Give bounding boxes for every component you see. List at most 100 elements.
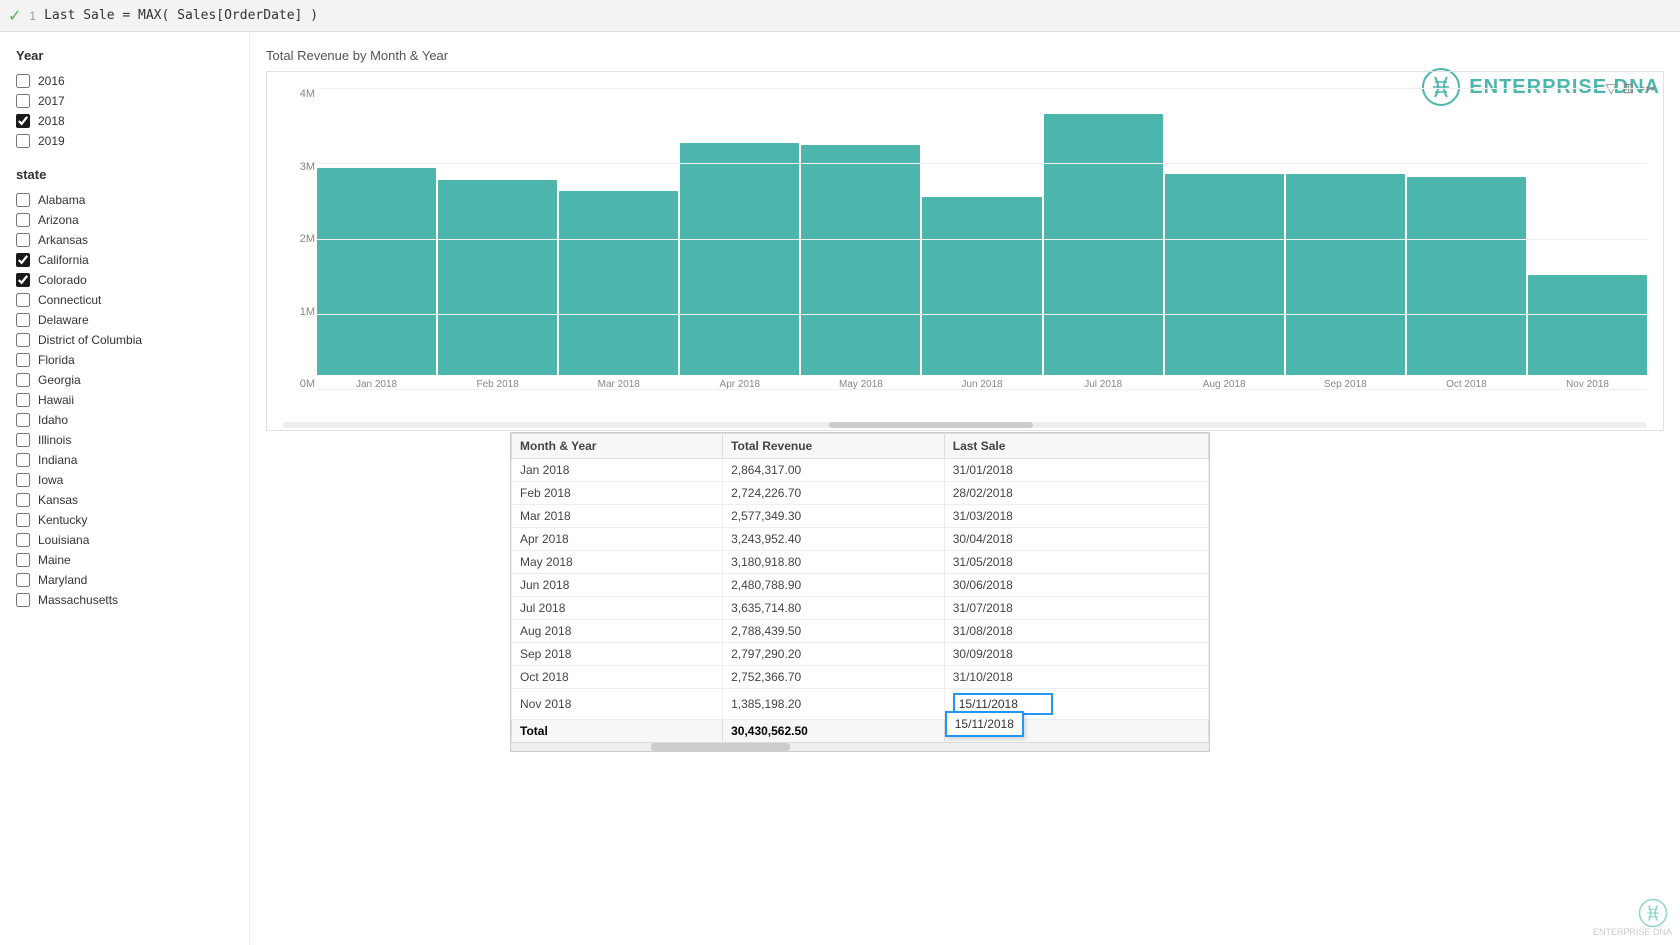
year-checkbox-2019[interactable] [16,134,30,148]
bar-group-jul-2018[interactable]: Jul 2018 [1044,88,1163,390]
state-checkbox-iowa[interactable] [16,473,30,487]
state-filter-item-massachusetts[interactable]: Massachusetts [16,590,233,610]
state-filter-item-kansas[interactable]: Kansas [16,490,233,510]
state-checkbox-indiana[interactable] [16,453,30,467]
state-checkbox-maryland[interactable] [16,573,30,587]
bar-jan-2018[interactable] [317,168,436,375]
bar-group-apr-2018[interactable]: Apr 2018 [680,88,799,390]
table-header: Month & YearTotal RevenueLast Sale [512,434,1209,459]
left-resize-handle[interactable] [511,433,519,751]
filter-icon[interactable]: ▽ [1606,80,1617,97]
bar-group-sep-2018[interactable]: Sep 2018 [1286,88,1405,390]
state-filter-item-florida[interactable]: Florida [16,350,233,370]
state-checkbox-arkansas[interactable] [16,233,30,247]
year-checkbox-2018[interactable] [16,114,30,128]
bar-group-jan-2018[interactable]: Jan 2018 [317,88,436,390]
state-label-illinois: Illinois [38,433,71,447]
bar-label: May 2018 [839,379,883,390]
cell-month: Feb 2018 [512,482,723,505]
state-checkbox-delaware[interactable] [16,313,30,327]
state-filter-item-arizona[interactable]: Arizona [16,210,233,230]
state-filter-item-illinois[interactable]: Illinois [16,430,233,450]
state-checkbox-kentucky[interactable] [16,513,30,527]
cell-last-sale: 31/10/2018 [944,666,1208,689]
table-body: Jan 20182,864,317.0031/01/2018Feb 20182,… [512,459,1209,720]
state-filter-item-delaware[interactable]: Delaware [16,310,233,330]
state-filter-item-arkansas[interactable]: Arkansas [16,230,233,250]
state-checkbox-georgia[interactable] [16,373,30,387]
bar-feb-2018[interactable] [438,180,557,375]
bar-mar-2018[interactable] [559,191,678,375]
bar-group-aug-2018[interactable]: Aug 2018 [1165,88,1284,390]
state-checkbox-alabama[interactable] [16,193,30,207]
state-label-georgia: Georgia [38,373,81,387]
state-checkbox-florida[interactable] [16,353,30,367]
cell-revenue: 3,635,714.80 [723,597,945,620]
horizontal-scrollbar[interactable] [283,422,1647,428]
state-filter-item-hawaii[interactable]: Hawaii [16,390,233,410]
y-axis-label: 4M [300,88,315,100]
state-checkbox-kansas[interactable] [16,493,30,507]
state-filter-item-idaho[interactable]: Idaho [16,410,233,430]
state-filter-item-maine[interactable]: Maine [16,550,233,570]
bottom-resize-handle[interactable] [511,743,1209,751]
year-label-2016: 2016 [38,74,65,88]
bar-group-may-2018[interactable]: May 2018 [801,88,920,390]
bar-label: Apr 2018 [720,379,761,390]
table-row: Sep 20182,797,290.2030/09/2018 [512,643,1209,666]
bar-nov-2018[interactable] [1528,275,1647,375]
state-checkbox-maine[interactable] [16,553,30,567]
state-checkbox-hawaii[interactable] [16,393,30,407]
state-checkbox-illinois[interactable] [16,433,30,447]
bar-aug-2018[interactable] [1165,174,1284,375]
bar-jun-2018[interactable] [922,197,1041,375]
bar-group-feb-2018[interactable]: Feb 2018 [438,88,557,390]
cell-revenue: 3,243,952.40 [723,528,945,551]
state-filter-item-kentucky[interactable]: Kentucky [16,510,233,530]
expand-icon[interactable]: ⊞ [1623,80,1635,97]
bar-group-nov-2018[interactable]: Nov 2018 [1528,88,1647,390]
state-checkbox-california[interactable] [16,253,30,267]
state-checkbox-connecticut[interactable] [16,293,30,307]
state-checkbox-idaho[interactable] [16,413,30,427]
more-icon[interactable]: ••• [1640,80,1655,97]
table-row: Aug 20182,788,439.5031/08/2018 [512,620,1209,643]
bar-group-oct-2018[interactable]: Oct 2018 [1407,88,1526,390]
bar-group-jun-2018[interactable]: Jun 2018 [922,88,1041,390]
state-checkbox-arizona[interactable] [16,213,30,227]
year-filter-item-2016[interactable]: 2016 [16,71,233,91]
state-filter-item-alabama[interactable]: Alabama [16,190,233,210]
state-filter-item-connecticut[interactable]: Connecticut [16,290,233,310]
state-checkbox-colorado[interactable] [16,273,30,287]
state-filter-item-district-of-columbia[interactable]: District of Columbia [16,330,233,350]
state-checkbox-massachusetts[interactable] [16,593,30,607]
state-label-kansas: Kansas [38,493,78,507]
y-axis-label: 1M [300,306,315,318]
year-filter-item-2017[interactable]: 2017 [16,91,233,111]
year-checkbox-2016[interactable] [16,74,30,88]
bar-jul-2018[interactable] [1044,114,1163,375]
table-row: Oct 20182,752,366.7031/10/2018 [512,666,1209,689]
state-filter-item-maryland[interactable]: Maryland [16,570,233,590]
bar-group-mar-2018[interactable]: Mar 2018 [559,88,678,390]
bar-may-2018[interactable] [801,145,920,375]
year-filter-item-2018[interactable]: 2018 [16,111,233,131]
year-filter-item-2019[interactable]: 2019 [16,131,233,151]
bar-oct-2018[interactable] [1407,177,1526,375]
state-filter-item-louisiana[interactable]: Louisiana [16,530,233,550]
state-filter-item-georgia[interactable]: Georgia [16,370,233,390]
state-filter-item-indiana[interactable]: Indiana [16,450,233,470]
bar-sep-2018[interactable] [1286,174,1405,375]
formula-check-icon[interactable]: ✓ [8,6,21,26]
state-filter-item-california[interactable]: California [16,250,233,270]
state-checkbox-louisiana[interactable] [16,533,30,547]
cell-month: Aug 2018 [512,620,723,643]
horizontal-scrollbar-thumb[interactable] [829,422,1034,428]
year-checkbox-2017[interactable] [16,94,30,108]
bar-apr-2018[interactable] [680,143,799,375]
state-filter-item-iowa[interactable]: Iowa [16,470,233,490]
state-checkbox-district-of-columbia[interactable] [16,333,30,347]
state-filter-item-colorado[interactable]: Colorado [16,270,233,290]
bar-wrapper [317,88,436,375]
right-resize-handle[interactable] [1201,433,1209,751]
